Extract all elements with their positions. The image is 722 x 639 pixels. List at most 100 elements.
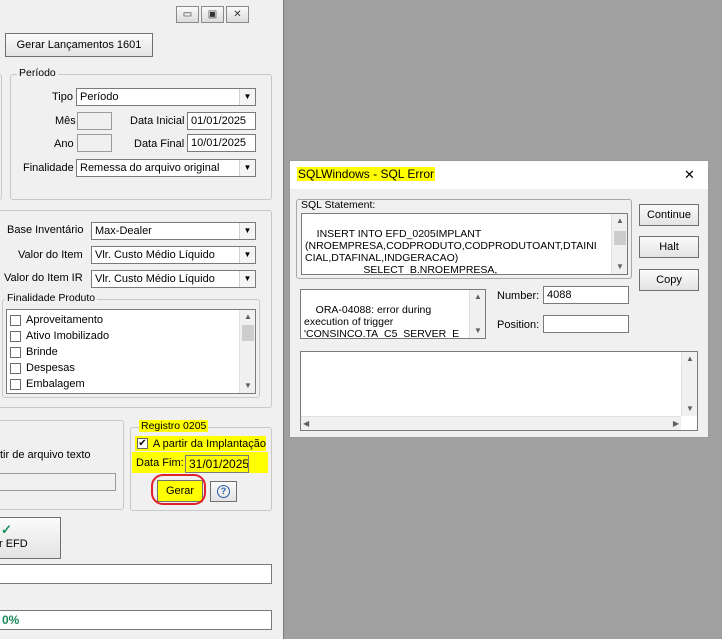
chevron-down-icon[interactable]: ▼	[612, 260, 627, 274]
gerar-efd-label: r EFD	[0, 538, 28, 550]
dialog-title: SQLWindows - SQL Error	[297, 167, 436, 181]
valor-item-label: Valor do Item	[18, 249, 83, 261]
base-inventario-select[interactable]: Max-Dealer ▼	[91, 222, 256, 240]
checkbox[interactable]	[10, 378, 21, 390]
error-message-text[interactable]: ORA-04088: error during execution of tri…	[300, 289, 486, 339]
details-text[interactable]: ▲ ▼ ◀ ▶	[300, 351, 698, 431]
continue-button[interactable]: Continue	[639, 204, 699, 226]
checkbox[interactable]	[10, 330, 21, 342]
valor-item-ir-label: Valor do Item IR	[4, 272, 83, 284]
finalidade-label: Finalidade	[23, 162, 74, 174]
dialog-titlebar: SQLWindows - SQL Error ✕	[290, 161, 708, 189]
list-item-label: Aproveitamento	[26, 314, 104, 326]
tipo-label: Tipo	[52, 91, 73, 103]
list-item[interactable]: Despesas	[7, 360, 255, 376]
list-item[interactable]: Aproveitamento	[7, 312, 255, 328]
sql-statement-value: INSERT INTO EFD_0205IMPLANT (NROEMPRESA,…	[305, 228, 597, 275]
help-button[interactable]: ?	[210, 481, 237, 502]
error-message-value: ORA-04088: error during execution of tri…	[304, 304, 460, 339]
close-icon[interactable]: ✕	[684, 167, 695, 183]
mes-field[interactable]	[77, 112, 112, 130]
valor-item-ir-select[interactable]: Vlr. Custo Médio Líquido ▼	[91, 270, 256, 288]
checkbox-checked-icon[interactable]	[137, 438, 148, 449]
finalidade-select[interactable]: Remessa do arquivo original ▼	[76, 159, 256, 177]
chevron-up-icon[interactable]: ▲	[470, 290, 485, 304]
data-fim-field[interactable]: 31/01/2025	[185, 455, 249, 473]
finalidade-value: Remessa do arquivo original	[80, 162, 220, 174]
valor-item-value: Vlr. Custo Médio Líquido	[95, 249, 215, 261]
annotation-circle	[151, 474, 206, 505]
arquivo-texto-field[interactable]	[0, 473, 116, 491]
chevron-down-icon[interactable]: ▼	[682, 402, 697, 416]
valor-item-select[interactable]: Vlr. Custo Médio Líquido ▼	[91, 246, 256, 264]
check-circle-icon: ✓	[1, 522, 12, 537]
finalidade-produto-list[interactable]: Aproveitamento Ativo Imobilizado Brinde …	[6, 309, 256, 394]
efd-window: ▭ ▣ ✕ Gerar Lançamentos 1601 Período Tip…	[0, 0, 284, 639]
data-inicial-label: Data Inicial	[130, 115, 185, 127]
maximize-icon[interactable]: ▣	[201, 6, 224, 23]
left-side-group	[0, 74, 2, 200]
registro-0205-legend: Registro 0205	[139, 420, 209, 432]
chevron-down-icon: ▼	[239, 271, 255, 287]
list-item[interactable]: Ativo Imobilizado	[7, 328, 255, 344]
close-icon[interactable]: ✕	[226, 6, 249, 23]
arquivo-texto-group	[0, 420, 124, 510]
position-field[interactable]	[543, 315, 629, 333]
data-inicial-field[interactable]: 01/01/2025	[187, 112, 256, 130]
status-field	[0, 564, 272, 584]
horizontal-scrollbar[interactable]: ◀ ▶	[301, 416, 681, 430]
vertical-scrollbar[interactable]: ▲ ▼	[611, 214, 627, 274]
scroll-thumb[interactable]	[242, 325, 254, 341]
list-item[interactable]: Brinde	[7, 344, 255, 360]
scroll-thumb[interactable]	[614, 231, 626, 245]
progress-text: 0%	[0, 610, 272, 630]
data-fim-label: Data Fim:	[136, 457, 184, 469]
checkbox[interactable]	[10, 346, 21, 358]
position-label: Position:	[497, 319, 540, 331]
ano-label: Ano	[54, 138, 74, 150]
a-partir-implantacao-label: A partir da Implantação	[152, 437, 266, 450]
chevron-up-icon[interactable]: ▲	[682, 352, 697, 366]
chevron-down-icon[interactable]: ▼	[240, 379, 255, 393]
mes-label: Mês	[55, 115, 76, 127]
vertical-scrollbar[interactable]: ▲ ▼	[681, 352, 697, 416]
halt-button[interactable]: Halt	[639, 236, 699, 258]
tipo-value: Período	[80, 91, 119, 103]
chevron-up-icon[interactable]: ▲	[612, 214, 627, 228]
ano-field[interactable]	[77, 134, 112, 152]
checkbox[interactable]	[10, 362, 21, 374]
chevron-up-icon[interactable]: ▲	[240, 310, 255, 324]
periodo-legend: Período	[17, 67, 58, 79]
checkbox[interactable]	[10, 314, 21, 326]
list-item-label: Embalagem	[26, 378, 85, 390]
valor-item-ir-value: Vlr. Custo Médio Líquido	[95, 273, 215, 285]
finalidade-produto-legend: Finalidade Produto	[5, 292, 98, 304]
chevron-down-icon: ▼	[239, 160, 255, 176]
number-label: Number:	[497, 290, 540, 302]
chevron-down-icon[interactable]: ▼	[470, 324, 485, 338]
a-partir-implantacao-checkbox[interactable]: A partir da Implantação	[135, 436, 266, 451]
help-icon: ?	[217, 485, 230, 498]
copy-button[interactable]: Copy	[639, 269, 699, 291]
list-item-label: Despesas	[26, 362, 75, 374]
sql-error-dialog: SQLWindows - SQL Error ✕ SQL Statement: …	[289, 160, 709, 438]
base-inventario-label: Base Inventário	[7, 224, 84, 236]
tipo-select[interactable]: Período ▼	[76, 88, 256, 106]
gerar-efd-button[interactable]: ✓ r EFD	[0, 517, 61, 559]
chevron-down-icon: ▼	[239, 223, 255, 239]
list-item[interactable]: Embalagem	[7, 376, 255, 392]
minimize-icon[interactable]: ▭	[176, 6, 199, 23]
chevron-down-icon: ▼	[239, 89, 255, 105]
window-controls: ▭ ▣ ✕	[176, 6, 249, 23]
chevron-left-icon[interactable]: ◀	[303, 417, 309, 430]
chevron-right-icon[interactable]: ▶	[673, 417, 679, 430]
gerar-lancamentos-button[interactable]: Gerar Lançamentos 1601	[5, 33, 153, 57]
list-item-label: Brinde	[26, 346, 58, 358]
list-item-label: Ativo Imobilizado	[26, 330, 110, 342]
sql-statement-text[interactable]: INSERT INTO EFD_0205IMPLANT (NROEMPRESA,…	[301, 213, 628, 275]
vertical-scrollbar[interactable]: ▲ ▼	[239, 310, 255, 393]
chevron-down-icon: ▼	[239, 247, 255, 263]
number-field[interactable]: 4088	[543, 286, 629, 304]
vertical-scrollbar[interactable]: ▲ ▼	[469, 290, 485, 338]
data-final-field[interactable]: 10/01/2025	[187, 134, 256, 152]
